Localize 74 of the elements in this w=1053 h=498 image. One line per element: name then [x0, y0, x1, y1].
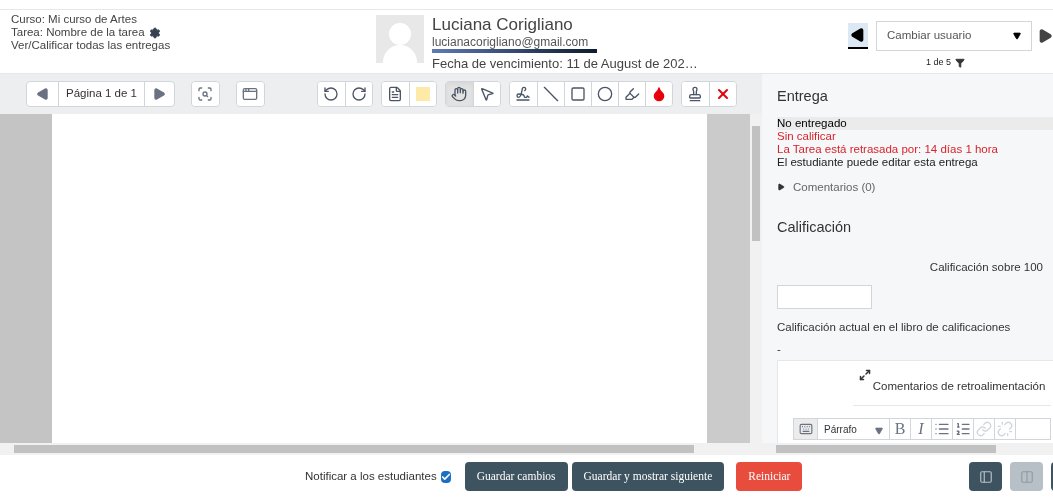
layout-button[interactable] [969, 462, 1003, 491]
user-select[interactable]: Cambiar usuario [876, 21, 1032, 51]
current-grade-value: - [777, 341, 782, 357]
dropdown-caret-icon [1013, 32, 1021, 40]
filter-icon[interactable] [955, 57, 965, 68]
link-icon [976, 421, 992, 438]
window-icon [242, 86, 259, 102]
hand-icon [451, 86, 468, 102]
keyboard-icon[interactable] [798, 422, 813, 437]
status-text: El estudiante puede editar esta entrega [777, 155, 979, 169]
numbered-list-icon [955, 421, 971, 438]
previous-user-button[interactable] [848, 23, 868, 49]
feedback-label: Comentarios de retroalimentación [872, 379, 1046, 395]
comments-toggle[interactable]: Comentarios (0) [777, 178, 876, 196]
course-label: Curso: Mi curso de Artes [11, 13, 138, 26]
due-date: Fecha de vencimiento: 11 de August de 202… [432, 55, 698, 72]
settings-icon[interactable] [148, 26, 161, 39]
editor-button[interactable]: I [911, 419, 932, 440]
tool-button[interactable] [192, 82, 219, 106]
pointer-icon [479, 86, 495, 102]
tool-button[interactable] [237, 82, 264, 106]
notify-label: Notificar a los estudiantes [305, 468, 437, 484]
left-arrow-icon [35, 87, 50, 101]
status-text: La Tarea está retrasada por: 14 días 1 hora [777, 142, 999, 156]
search-page-icon [197, 86, 214, 102]
action-button[interactable]: Reiniciar [736, 462, 803, 491]
stamp-icon [687, 86, 704, 102]
tool-button[interactable] [709, 82, 736, 106]
grade-title: Calificación [777, 218, 853, 237]
oval-icon [597, 86, 613, 102]
task-label: Tarea: Nombre de la tarea [11, 26, 145, 39]
expand-icon[interactable] [858, 369, 871, 382]
rotate-right-icon [351, 86, 367, 102]
horizontal-scrollbar[interactable] [0, 443, 750, 455]
editor-button[interactable] [932, 419, 953, 440]
columns-icon [1019, 469, 1034, 484]
horizontal-scrollbar[interactable] [762, 443, 1053, 455]
tool-button[interactable] [446, 82, 473, 106]
drop-icon [651, 86, 667, 102]
rectangle-icon [570, 86, 586, 102]
user-email: lucianacorigliano@gmail.com [432, 35, 590, 50]
left-arrow-icon [850, 27, 866, 43]
vertical-scrollbar[interactable] [750, 114, 762, 455]
view-all-link[interactable]: Ver/Calificar todas las entregas [11, 39, 370, 52]
next-user-icon[interactable] [1037, 28, 1053, 44]
unlink-icon [997, 421, 1013, 438]
rotate-left-icon [323, 86, 340, 102]
pen-icon [515, 86, 532, 102]
grade-input[interactable] [777, 285, 872, 309]
delete-icon [715, 86, 731, 102]
highlighter-icon [624, 86, 640, 102]
status-text: Sin calificar [777, 129, 837, 143]
line-icon [543, 86, 559, 102]
action-button[interactable]: Guardar cambios [464, 462, 568, 491]
check-icon [440, 471, 451, 482]
tool-button[interactable] [473, 82, 500, 106]
format-select[interactable]: Párrafo [818, 419, 890, 440]
user-name: Luciana Corigliano [432, 15, 574, 35]
comment-icon [387, 86, 404, 102]
submission-title: Entrega [777, 87, 829, 106]
page-indicator: Página 1 de 1 [65, 86, 138, 102]
action-button[interactable]: Guardar y mostrar siguiente [571, 462, 725, 491]
panel-left-icon [978, 469, 993, 484]
editor-button[interactable]: B [890, 419, 911, 440]
right-arrow-icon [152, 87, 167, 101]
grade-label: Calificación sobre 100 [929, 259, 1043, 275]
status-text: No entregado [777, 116, 1053, 130]
tool-button[interactable] [345, 82, 372, 106]
current-grade-label: Calificación actual en el libro de calificaciones [777, 319, 1012, 335]
notify-checkbox[interactable] [440, 470, 451, 483]
user-counter: 1 de 5 [926, 56, 951, 69]
color-swatch-icon [416, 87, 430, 101]
tool-button[interactable] [645, 82, 672, 106]
dropdown-caret-icon [875, 426, 883, 435]
